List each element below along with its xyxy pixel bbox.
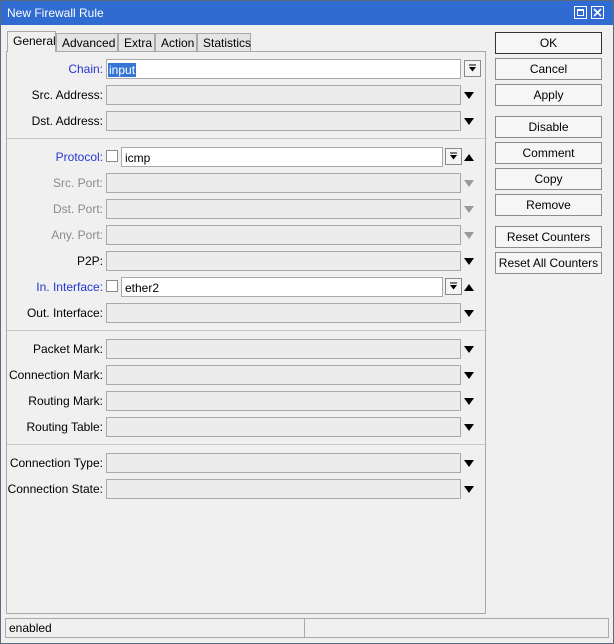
close-icon[interactable] xyxy=(591,6,604,19)
src-port-row: Src. Port: xyxy=(7,173,487,193)
connection-type-field[interactable] xyxy=(106,453,461,473)
collapse-arrow-icon[interactable] xyxy=(463,153,475,162)
routing-mark-field[interactable] xyxy=(106,391,461,411)
dropdown-arrow-icon[interactable] xyxy=(463,345,475,354)
protocol-label: Protocol: xyxy=(55,150,103,164)
comment-button[interactable]: Comment xyxy=(495,142,602,164)
in-interface-field[interactable]: ether2 xyxy=(121,277,443,297)
disable-button[interactable]: Disable xyxy=(495,116,602,138)
connection-state-label: Connection State: xyxy=(7,482,103,496)
remove-button[interactable]: Remove xyxy=(495,194,602,216)
dropdown-arrow-icon[interactable] xyxy=(463,257,475,266)
dropdown-arrow-icon xyxy=(464,206,474,213)
out-interface-label: Out. Interface: xyxy=(26,306,103,320)
protocol-value: icmp xyxy=(125,151,151,165)
connection-type-label: Connection Type: xyxy=(9,456,103,470)
connection-mark-field[interactable] xyxy=(106,365,461,385)
dropdown-arrow-icon[interactable] xyxy=(463,371,475,380)
chain-value: input xyxy=(108,63,137,77)
out-interface-field[interactable] xyxy=(106,303,461,323)
reset-all-counters-button[interactable]: Reset All Counters xyxy=(495,252,602,274)
src-address-field[interactable] xyxy=(106,85,461,105)
dropdown-arrow-icon[interactable] xyxy=(463,459,475,468)
in-interface-dropdown-button[interactable] xyxy=(445,278,462,295)
maximize-icon[interactable] xyxy=(574,6,587,19)
chain-label: Chain: xyxy=(68,62,103,76)
status-bar: enabled xyxy=(5,618,609,638)
any-port-field xyxy=(106,225,461,245)
p2p-label: P2P: xyxy=(76,254,103,268)
copy-button[interactable]: Copy xyxy=(495,168,602,190)
p2p-row: P2P: xyxy=(7,251,487,271)
dst-port-row: Dst. Port: xyxy=(7,199,487,219)
any-port-label: Any. Port: xyxy=(51,228,103,242)
p2p-field[interactable] xyxy=(106,251,461,271)
reset-counters-button[interactable]: Reset Counters xyxy=(495,226,602,248)
dropdown-arrow-icon xyxy=(464,180,474,187)
connection-mark-row: Connection Mark: xyxy=(7,365,487,385)
connection-type-row: Connection Type: xyxy=(7,453,487,473)
routing-table-field[interactable] xyxy=(106,417,461,437)
protocol-negate-checkbox[interactable] xyxy=(106,150,118,162)
tab-action[interactable]: Action xyxy=(155,33,197,51)
dst-address-field[interactable] xyxy=(106,111,461,131)
dst-port-label: Dst. Port: xyxy=(52,202,103,216)
title-bar[interactable]: New Firewall Rule xyxy=(1,1,613,25)
status-cell-right xyxy=(305,619,608,637)
dst-port-field xyxy=(106,199,461,219)
dropdown-arrow-icon xyxy=(464,232,474,239)
src-port-label: Src. Port: xyxy=(52,176,103,190)
protocol-dropdown-button[interactable] xyxy=(445,148,462,165)
packet-mark-row: Packet Mark: xyxy=(7,339,487,359)
firewall-rule-window: New Firewall Rule General Advanced Extra… xyxy=(0,0,614,644)
dropdown-arrow-icon[interactable] xyxy=(463,397,475,406)
dst-address-row: Dst. Address: xyxy=(7,111,487,131)
src-address-label: Src. Address: xyxy=(31,88,103,102)
dropdown-arrow-icon[interactable] xyxy=(463,485,475,494)
connection-mark-label: Connection Mark: xyxy=(8,368,103,382)
separator xyxy=(7,444,487,445)
chain-field[interactable]: input xyxy=(106,59,461,79)
collapse-arrow-icon[interactable] xyxy=(463,283,475,292)
tab-extra[interactable]: Extra xyxy=(118,33,155,51)
in-interface-label: In. Interface: xyxy=(36,280,103,294)
out-interface-row: Out. Interface: xyxy=(7,303,487,323)
in-interface-negate-checkbox[interactable] xyxy=(106,280,118,292)
connection-state-field[interactable] xyxy=(106,479,461,499)
routing-mark-row: Routing Mark: xyxy=(7,391,487,411)
routing-table-row: Routing Table: xyxy=(7,417,487,437)
dropdown-arrow-icon[interactable] xyxy=(463,91,475,100)
protocol-field[interactable]: icmp xyxy=(121,147,443,167)
src-address-row: Src. Address: xyxy=(7,85,487,105)
dst-address-label: Dst. Address: xyxy=(31,114,103,128)
tab-advanced[interactable]: Advanced xyxy=(56,33,118,51)
ok-button[interactable]: OK xyxy=(495,32,602,54)
status-text: enabled xyxy=(9,621,52,635)
general-tab-panel: Chain: input Src. Address: Dst. Address:… xyxy=(6,51,487,614)
chain-row: Chain: input xyxy=(7,59,487,79)
src-port-field xyxy=(106,173,461,193)
any-port-row: Any. Port: xyxy=(7,225,487,245)
chain-dropdown-button[interactable] xyxy=(464,60,481,77)
in-interface-row: In. Interface: ether2 xyxy=(7,277,487,297)
dropdown-arrow-icon[interactable] xyxy=(463,309,475,318)
routing-mark-label: Routing Mark: xyxy=(28,394,103,408)
tab-general[interactable]: General xyxy=(7,31,56,52)
packet-mark-label: Packet Mark: xyxy=(32,342,103,356)
routing-table-label: Routing Table: xyxy=(26,420,104,434)
protocol-row: Protocol: icmp xyxy=(7,147,487,167)
packet-mark-field[interactable] xyxy=(106,339,461,359)
cancel-button[interactable]: Cancel xyxy=(495,58,602,80)
separator xyxy=(7,330,487,331)
window-title: New Firewall Rule xyxy=(7,6,104,20)
dropdown-arrow-icon[interactable] xyxy=(463,117,475,126)
in-interface-value: ether2 xyxy=(125,281,160,295)
status-cell-left: enabled xyxy=(6,619,305,637)
separator xyxy=(7,138,487,139)
apply-button[interactable]: Apply xyxy=(495,84,602,106)
connection-state-row: Connection State: xyxy=(7,479,487,499)
tab-statistics[interactable]: Statistics xyxy=(197,33,251,51)
dropdown-arrow-icon[interactable] xyxy=(463,423,475,432)
